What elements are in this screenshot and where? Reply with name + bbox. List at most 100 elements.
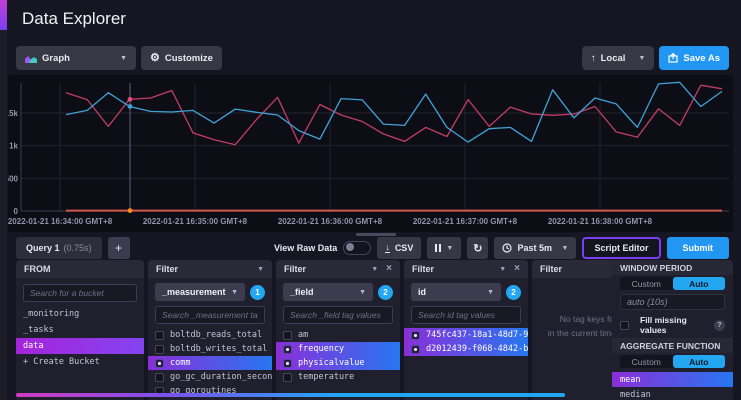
influxdb-logo[interactable] [0, 0, 7, 30]
from-panel-header: FROM [16, 260, 144, 278]
chevron-down-icon[interactable]: ▼ [257, 266, 264, 273]
filter-value-row[interactable]: 745fc437-18a1-48d7-98a6-7… [404, 328, 528, 342]
checkbox[interactable] [155, 359, 164, 368]
from-panel: FROM _monitoring _tasks data + Create Bu… [16, 260, 144, 400]
chevron-down-icon: ▼ [562, 245, 569, 252]
pause-dropdown-button[interactable]: ▼ [427, 237, 461, 259]
close-icon[interactable]: × [386, 264, 392, 274]
svg-text:2022-01-21 16:35:00 GMT+8: 2022-01-21 16:35:00 GMT+8 [143, 217, 248, 226]
from-panel-body: _monitoring _tasks data + Create Bucket [16, 278, 144, 400]
filter-key-dropdown[interactable]: _measurement ▼ [155, 283, 245, 301]
close-icon[interactable]: × [514, 264, 520, 274]
script-editor-button[interactable]: Script Editor [582, 237, 660, 259]
filter-key-value: id [418, 287, 426, 297]
window-period-header: WINDOW PERIOD [612, 260, 733, 275]
id-search-input[interactable] [411, 306, 521, 324]
save-as-button[interactable]: Save As [659, 46, 729, 70]
filter-value-row[interactable]: temperature [276, 370, 400, 384]
window-period-input[interactable]: auto (10s) [620, 294, 725, 310]
field-search-input[interactable] [283, 306, 393, 324]
filter-value-row[interactable]: d2012439-f068-4842-bfef-8… [404, 342, 528, 356]
filter-panel-field: Filter ▼ × _field ▼ 2 am fr [276, 260, 400, 400]
view-type-dropdown[interactable]: Graph ▼ [16, 46, 136, 70]
checkbox[interactable] [283, 359, 292, 368]
filter-value-label: boltdb_writes_total [170, 344, 267, 354]
horizontal-scrollbar[interactable] [16, 393, 565, 397]
export-icon [668, 53, 678, 63]
aggregate-function-item[interactable]: median [612, 387, 733, 400]
filter-key-dropdown[interactable]: _field ▼ [283, 283, 373, 301]
view-raw-data-toggle[interactable] [343, 241, 371, 255]
time-series-chart[interactable]: 1.5k1k50002022-01-21 16:34:00 GMT+82022-… [8, 75, 733, 232]
checkbox[interactable] [283, 331, 292, 340]
chevron-down-icon: ▼ [638, 55, 645, 62]
window-period-mode-toggle: Custom Auto [620, 277, 725, 290]
svg-text:2022-01-21 16:36:00 GMT+8: 2022-01-21 16:36:00 GMT+8 [278, 217, 383, 226]
csv-download-button[interactable]: ↓ CSV [377, 237, 421, 259]
checkbox[interactable] [283, 373, 292, 382]
chevron-down-icon[interactable]: ▼ [371, 266, 378, 273]
checkbox[interactable] [155, 345, 164, 354]
filter-value-row[interactable]: frequency [276, 342, 400, 356]
checkbox[interactable] [411, 331, 420, 340]
chevron-down-icon: ▼ [446, 245, 453, 252]
customize-label: Customize [165, 53, 213, 64]
aggregate-function-item[interactable]: mean [612, 372, 733, 387]
submit-button[interactable]: Submit [667, 237, 730, 259]
svg-text:500: 500 [8, 174, 19, 183]
view-raw-data-label: View Raw Data [274, 243, 337, 253]
page-title: Data Explorer [22, 9, 126, 29]
bucket-list-item[interactable]: + Create Bucket [16, 354, 144, 370]
customize-button[interactable]: ⚙ Customize [141, 46, 222, 70]
aggregate-function-list: mean median last [612, 372, 733, 400]
filter-value-row[interactable]: go_gc_duration_seconds [148, 370, 272, 384]
filter-value-row[interactable]: comm [148, 356, 272, 370]
bucket-list-item[interactable]: data [16, 338, 144, 354]
filter-key-dropdown[interactable]: id ▼ [411, 283, 501, 301]
help-icon[interactable]: ? [714, 320, 725, 331]
filter-value-row[interactable]: boltdb_reads_total [148, 328, 272, 342]
bucket-label: + Create Bucket [23, 357, 100, 367]
local-dropdown[interactable]: ↑ Local ▼ [582, 46, 655, 70]
nav-sidebar[interactable] [0, 0, 7, 400]
filter-value-row[interactable]: am [276, 328, 400, 342]
refresh-button[interactable]: ↻ [467, 237, 488, 259]
filter-value-label: physicalvalue [298, 358, 365, 368]
fill-missing-checkbox[interactable] [620, 321, 629, 330]
checkbox[interactable] [155, 331, 164, 340]
measurement-search-input[interactable] [155, 306, 265, 324]
query-tab[interactable]: Query 1 (0.75s) [16, 237, 102, 259]
chevron-down-icon[interactable]: ▼ [499, 266, 506, 273]
svg-text:1k: 1k [9, 142, 18, 151]
checkbox[interactable] [411, 345, 420, 354]
filter-panel-body: _field ▼ 2 am frequency physicalvalue [276, 278, 400, 400]
query-tab-name: Query 1 [26, 243, 60, 253]
custom-option[interactable]: Custom [620, 277, 673, 290]
panel-resize-handle[interactable] [356, 233, 396, 236]
bucket-search-input[interactable] [23, 284, 137, 302]
filter-value-row[interactable]: boltdb_writes_total [148, 342, 272, 356]
filter-panel-header: Filter ▼ × [404, 260, 528, 278]
chart-canvas[interactable]: 1.5k1k50002022-01-21 16:34:00 GMT+82022-… [8, 75, 733, 232]
refresh-icon: ↻ [473, 242, 482, 255]
filter-value-label: temperature [298, 372, 354, 382]
custom-option[interactable]: Custom [620, 355, 673, 368]
bucket-list: _monitoring _tasks data + Create Bucket [16, 306, 144, 370]
bucket-label: data [23, 341, 43, 351]
auto-option[interactable]: Auto [673, 355, 726, 368]
bucket-list-item[interactable]: _tasks [16, 322, 144, 338]
save-as-label: Save As [683, 53, 720, 64]
svg-text:0: 0 [14, 207, 19, 216]
checkbox[interactable] [155, 373, 164, 382]
aggregate-function-label: median [620, 390, 651, 400]
add-query-button[interactable]: + [108, 237, 130, 259]
filter-value-row[interactable]: physicalvalue [276, 356, 400, 370]
chevron-down-icon: ▼ [231, 289, 238, 296]
filter-key-row: _measurement ▼ 1 [155, 283, 265, 301]
filter-panel-measurement: Filter ▼ _measurement ▼ 1 boltdb_reads_t… [148, 260, 272, 400]
checkbox[interactable] [283, 345, 292, 354]
bucket-list-item[interactable]: _monitoring [16, 306, 144, 322]
time-range-dropdown[interactable]: Past 5m ▼ [494, 237, 576, 259]
local-label: Local [601, 53, 626, 64]
auto-option[interactable]: Auto [673, 277, 726, 290]
